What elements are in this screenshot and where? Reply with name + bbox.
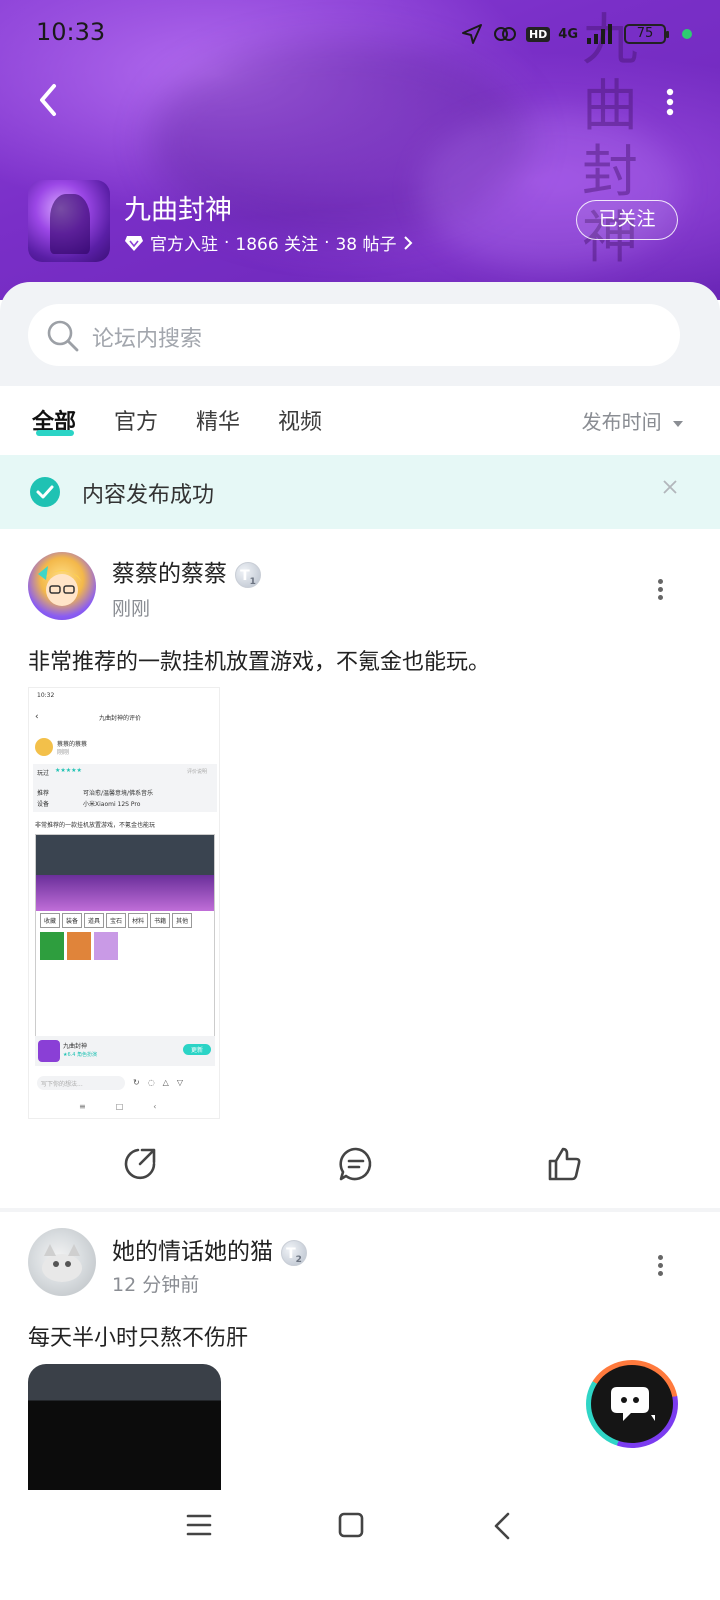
tab-video[interactable]: 视频 <box>278 404 322 436</box>
header-background-glow <box>420 110 680 270</box>
shot-tab: 道具 <box>84 913 105 928</box>
post-actions <box>0 1140 720 1200</box>
more-vertical-icon[interactable] <box>664 88 676 116</box>
caret-down-icon <box>673 421 683 427</box>
system-nav-bar <box>0 1490 720 1600</box>
post-time: 刚刚 <box>112 598 151 620</box>
link-icon <box>493 27 516 41</box>
post-image[interactable] <box>28 1364 221 1494</box>
post-image[interactable]: 10:32 ‹ 九曲封神的评价 蔡蔡的蔡蔡 刚刚 玩过 ★★★★★ 评价说明 推… <box>28 687 220 1119</box>
search-icon <box>47 320 79 352</box>
post-fab-button[interactable] <box>586 1360 678 1448</box>
back-arrow-icon[interactable] <box>30 80 70 120</box>
game-title: 九曲封神 <box>124 195 232 226</box>
author-name: 蔡蔡的蔡蔡 <box>112 561 227 587</box>
shot-row1-label: 推荐 <box>37 790 50 797</box>
shot-tab: 其他 <box>172 913 193 928</box>
level-badge: T1 <box>235 561 261 588</box>
shot-row2-label: 设备 <box>37 801 50 808</box>
shot-game-tabs: 收藏 装备 道具 宝石 材料 书籍 其他 <box>36 911 214 930</box>
forum-header: 九曲封神 10:33 HD 4G 75 九曲封神 官方入驻 · 1866 关注 … <box>0 0 720 300</box>
follow-button[interactable]: 已关注 <box>576 200 678 240</box>
shot-rate-hint: 评价说明 <box>187 769 208 775</box>
status-icons: HD 4G 75 <box>460 22 692 46</box>
official-badge-text: 官方入驻 <box>150 235 218 255</box>
followers-count: 1866 关注 <box>235 235 319 255</box>
shot-update: 更新 <box>182 1044 211 1055</box>
tab-bar: 全部 官方 精华 视频 发布时间 <box>0 386 720 448</box>
chevron-right-icon <box>403 235 412 250</box>
battery-icon: 75 <box>624 24 669 44</box>
shot-played: 玩过 <box>37 770 50 777</box>
tab-official[interactable]: 官方 <box>114 404 158 436</box>
posts-count: 38 帖子 <box>335 235 397 255</box>
shot-back-icon: ‹ <box>35 712 39 722</box>
sort-label: 发布时间 <box>581 410 662 434</box>
search-input[interactable]: 论坛内搜索 <box>28 304 680 366</box>
shot-nav-icons: ≡□‹ <box>79 1102 187 1111</box>
meta-separator: · <box>324 232 330 253</box>
menu-icon[interactable] <box>186 1512 212 1538</box>
post-more-icon[interactable] <box>658 1252 664 1279</box>
search-placeholder: 论坛内搜索 <box>92 327 203 352</box>
game-icon[interactable] <box>28 180 110 262</box>
shot-title: 九曲封神的评价 <box>99 715 142 722</box>
shot-game-frame: 收藏 装备 道具 宝石 材料 书籍 其他 <box>35 834 215 1038</box>
shot-game-name: 九曲封神 <box>63 1043 88 1050</box>
nav-back-icon[interactable] <box>492 1512 512 1540</box>
shot-comment: 写下你的想法... <box>37 1076 125 1090</box>
shot-stars: ★★★★★ <box>55 767 82 774</box>
like-icon[interactable] <box>546 1146 582 1182</box>
tab-featured[interactable]: 精华 <box>196 404 240 436</box>
shot-tab: 材料 <box>128 913 149 928</box>
level-badge: T2 <box>281 1239 307 1266</box>
share-icon[interactable] <box>122 1146 158 1182</box>
network-label: 4G <box>558 26 578 42</box>
close-icon[interactable] <box>662 479 678 495</box>
success-toast: 内容发布成功 <box>0 455 720 529</box>
shot-text: 非常推荐的一款挂机放置游戏，不氪金也能玩 <box>35 822 156 829</box>
avatar[interactable] <box>28 1228 96 1296</box>
shot-tab: 书籍 <box>150 913 171 928</box>
post-text: 非常推荐的一款挂机放置游戏，不氪金也能玩。 <box>28 650 491 675</box>
shot-row1-value: 可治愈/温馨意境/佛系音乐 <box>83 790 154 797</box>
sort-dropdown[interactable]: 发布时间 <box>582 406 684 435</box>
author-name: 她的情话她的猫 <box>112 1239 273 1265</box>
status-bar: 10:33 HD 4G 75 <box>36 18 692 50</box>
shot-user-time: 刚刚 <box>57 749 70 756</box>
location-icon <box>461 24 482 44</box>
diamond-icon <box>125 235 143 251</box>
post-author[interactable]: 蔡蔡的蔡蔡 T1 <box>112 554 261 588</box>
home-icon[interactable] <box>338 1512 364 1538</box>
shot-tab: 收藏 <box>40 913 61 928</box>
post-text: 每天半小时只熬不伤肝 <box>28 1326 249 1351</box>
avatar[interactable] <box>28 552 96 620</box>
shot-row2-value: 小米Xiaomi 12S Pro <box>83 801 141 808</box>
shot-tab: 装备 <box>62 913 83 928</box>
comment-icon[interactable] <box>338 1146 374 1182</box>
shot-game-score: ★6.4 角色扮演 <box>63 1052 98 1058</box>
level-number: 2 <box>295 1254 302 1265</box>
shot-avatar <box>35 738 53 756</box>
shot-items <box>36 930 214 962</box>
hd-icon: HD <box>525 26 551 42</box>
game-meta[interactable]: 官方入驻 · 1866 关注 · 38 帖子 <box>124 230 413 255</box>
shot-tab: 宝石 <box>106 913 127 928</box>
level-number: 1 <box>249 576 256 587</box>
toast-text: 内容发布成功 <box>82 483 215 508</box>
shot-action-icons: ↻◌△▽ <box>133 1078 191 1087</box>
privacy-dot-icon <box>682 29 692 39</box>
status-time: 10:33 <box>36 18 106 46</box>
post-author[interactable]: 她的情话她的猫 T2 <box>112 1232 307 1266</box>
meta-separator: · <box>224 232 230 253</box>
search-area: 论坛内搜索 <box>0 282 720 386</box>
check-circle-icon <box>30 477 60 507</box>
post-more-icon[interactable] <box>658 576 664 603</box>
tab-active-indicator <box>36 430 74 436</box>
shot-game-bar: 九曲封神 ★6.4 角色扮演 更新 <box>35 1036 215 1066</box>
signal-icon <box>587 24 612 44</box>
post-time: 12 分钟前 <box>112 1274 200 1296</box>
shot-time: 10:32 <box>37 692 55 699</box>
chat-bubble-icon <box>611 1387 655 1421</box>
